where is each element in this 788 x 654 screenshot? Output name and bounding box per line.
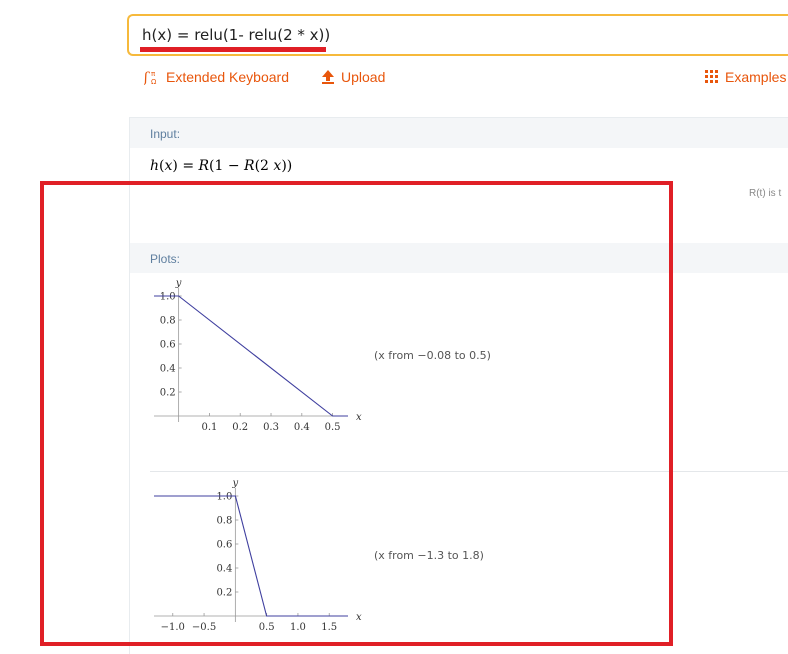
plot-2-series-0-line (154, 495, 348, 617)
plot-1-x-tick-label-0: 0.1 (201, 422, 217, 433)
plot-2-y-axis-label: y (232, 478, 239, 489)
input-pod-header: Input: (130, 118, 788, 148)
plot-2-x-tick-label-3: 1.0 (290, 622, 306, 633)
plot-1-range-text: x from −0.08 to 0.5 (378, 349, 487, 362)
plot-1[interactable]: 0.1 0.2 0.3 0.4 0.5 0.2 0.4 0.6 0.8 1.0 x y (150, 278, 370, 443)
formula-part-b: (1 − (209, 158, 245, 174)
extended-keyboard-label: Extended Keyboard (166, 69, 289, 85)
plot-1-y-tick-label-0: 0.2 (160, 388, 176, 399)
keyboard-icon: ʃ π Ω (144, 70, 157, 85)
plot-1-y-tick-label-3: 0.8 (160, 316, 176, 327)
formula-part-f: )) (281, 158, 293, 174)
plot-2-y-tick-label-4: 1.0 (216, 492, 232, 503)
extended-keyboard-button[interactable]: ʃ π Ω Extended Keyboard (144, 69, 289, 85)
plot-1-x-tick-label-4: 0.5 (325, 422, 341, 433)
plot-1-series-0-line (154, 295, 348, 417)
formula-r2: R (244, 158, 255, 174)
plot-2-x-tick-label-4: 1.5 (321, 622, 337, 633)
formula-part-d: (2 (254, 158, 274, 174)
plots-pod-title: Plots: (150, 252, 181, 266)
plot-1-x-tick-label-1: 0.2 (232, 422, 248, 433)
highlight-underline (140, 47, 326, 52)
plot-2-x-tick-label-0: −1.0 (161, 622, 185, 633)
plot-2-range-text: x from −1.3 to 1.8 (378, 549, 480, 562)
definition-note: R(t) is t (749, 188, 782, 199)
input-formula[interactable]: h(x) = R(1 − R(2 x)) (150, 158, 292, 174)
upload-button[interactable]: Upload (321, 69, 385, 85)
examples-button[interactable]: Examples (705, 69, 786, 85)
grid-dots-icon (705, 70, 718, 83)
formula-fn: h (150, 158, 160, 174)
plot-1-x-tick-label-2: 0.3 (263, 422, 279, 433)
plot-2-y-tick-label-2: 0.6 (216, 540, 232, 551)
results-panel: Input: h(x) = R(1 − R(2 x)) R(t) is t Pl… (129, 117, 788, 654)
plot-2-range: (x from −1.3 to 1.8) (374, 549, 484, 562)
upload-label: Upload (341, 69, 386, 85)
plot-2-x-tick-label-1: −0.5 (192, 622, 216, 633)
svg-text:π: π (151, 70, 156, 78)
plot-1-y-tick-label-2: 0.6 (160, 340, 176, 351)
svg-text:Ω: Ω (151, 78, 157, 85)
plot-1-y-tick-label-1: 0.4 (160, 364, 176, 375)
formula-r1: R (198, 158, 210, 174)
plot-2-x-tick-label-2: 0.5 (259, 622, 275, 633)
examples-label: Examples (725, 69, 787, 85)
wolfram-page: h(x) = relu(1- relu(2 * x)) ʃ π Ω Extend… (0, 0, 788, 654)
plot-1-y-tick-label-4: 1.0 (160, 292, 176, 303)
plot-2-y-tick-label-3: 0.8 (216, 516, 232, 527)
svg-text:ʃ: ʃ (144, 70, 150, 85)
plot-1-svg: 0.1 0.2 0.3 0.4 0.5 0.2 0.4 0.6 0.8 1.0 x y (154, 278, 362, 433)
plot-1-x-axis-label: x (356, 412, 362, 423)
plot-2-svg: −1.0 −0.5 0.5 1.0 1.5 0.2 0.4 0.6 0.8 1.0 x y (154, 478, 362, 633)
plots-divider (150, 471, 788, 472)
plot-2[interactable]: −1.0 −0.5 0.5 1.0 1.5 0.2 0.4 0.6 0.8 1.0 x y (150, 478, 370, 643)
plots-pod-header: Plots: (130, 243, 788, 273)
plot-2-y-tick-label-0: 0.2 (216, 588, 232, 599)
plot-1-x-tick-label-3: 0.4 (294, 422, 310, 433)
plot-2-x-axis-label: x (356, 612, 362, 623)
formula-eq: ) = (172, 158, 199, 174)
search-query-text[interactable]: h(x) = relu(1- relu(2 * x)) (142, 26, 330, 44)
input-pod-title: Input: (150, 127, 181, 141)
plot-1-range: (x from −0.08 to 0.5) (374, 349, 491, 362)
plot-1-y-axis-label: y (175, 278, 182, 289)
plot-2-y-tick-label-1: 0.4 (216, 564, 232, 575)
upload-icon (322, 70, 334, 84)
